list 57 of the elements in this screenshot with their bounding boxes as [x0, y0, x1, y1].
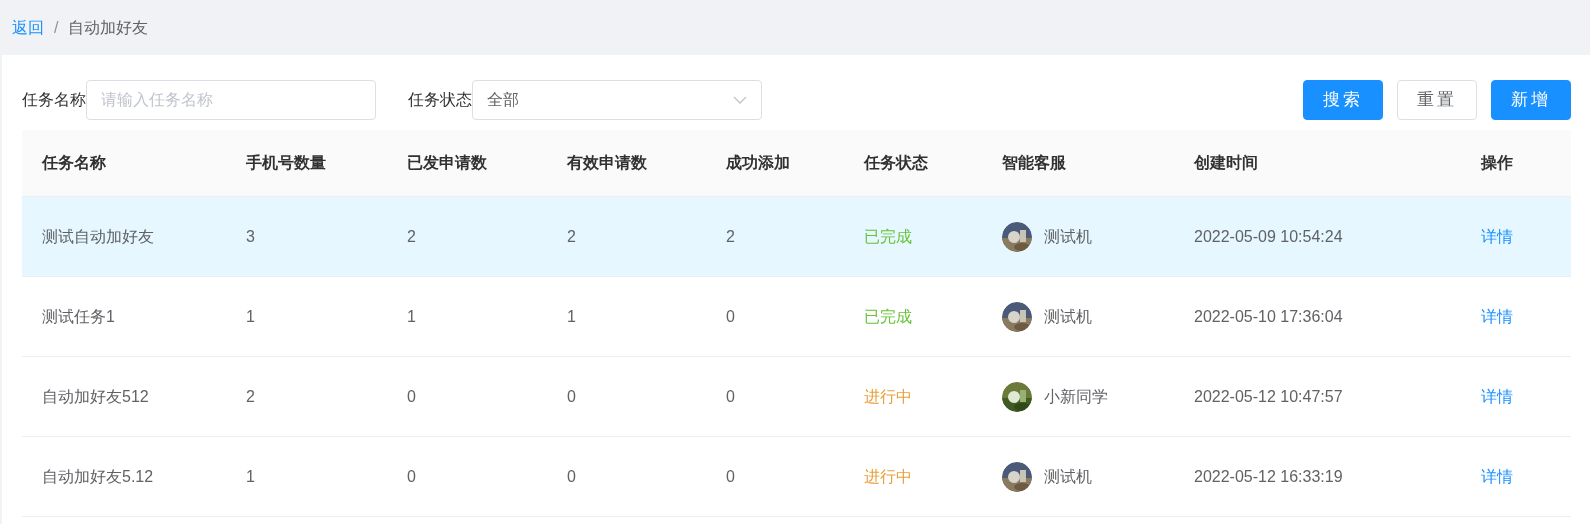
column-header: 创建时间 [1193, 153, 1259, 173]
task-status-select[interactable]: 全部 [472, 80, 762, 120]
table-cell-text: 0 [566, 386, 577, 407]
status-text: 已完成 [863, 306, 913, 327]
column-header: 智能客服 [1001, 153, 1067, 173]
action-button[interactable]: 重置 [1397, 80, 1477, 120]
task-name-input[interactable]: 请输入任务名称 [86, 80, 376, 120]
table-cell-text: 测试自动加好友 [41, 226, 155, 247]
column-header: 操作 [1479, 153, 1514, 173]
details-link[interactable]: 详情 [1481, 227, 1513, 245]
breadcrumb-separator: / [54, 17, 59, 38]
column-header: 任务名称 [40, 153, 107, 173]
table-cell-text: 2 [725, 226, 736, 247]
table-cell-text: 0 [566, 466, 577, 487]
back-link[interactable]: 返回 [12, 15, 44, 40]
table-cell-text: 2022-05-09 10:54:24 [1193, 226, 1344, 247]
table-cell-text: 1 [245, 306, 256, 327]
table-cell-text: 0 [406, 386, 417, 407]
status-text: 进行中 [863, 386, 913, 407]
breadcrumb-current: 自动加好友 [68, 17, 149, 38]
column-header: 有效申请数 [566, 153, 648, 173]
details-link[interactable]: 详情 [1481, 387, 1513, 405]
agent-name: 小新同学 [1044, 386, 1108, 407]
column-header: 手机号数量 [245, 153, 327, 173]
table-cell-text: 2022-05-12 16:33:19 [1193, 466, 1344, 487]
table-cell-text: 2022-05-12 10:47:57 [1193, 386, 1344, 407]
agent-name: 测试机 [1044, 226, 1092, 247]
action-button[interactable]: 搜索 [1303, 80, 1383, 120]
filter-label: 任务状态 [408, 90, 472, 110]
table-cell-text: 测试任务1 [41, 306, 116, 327]
table-cell-text: 2 [245, 386, 256, 407]
column-header: 已发申请数 [406, 153, 488, 173]
status-text: 已完成 [863, 226, 913, 247]
table-cell-text: 1 [406, 306, 417, 327]
action-button[interactable]: 新增 [1491, 80, 1571, 120]
agent-name: 测试机 [1044, 306, 1092, 327]
column-header: 任务状态 [862, 153, 929, 173]
column-header: 成功添加 [725, 153, 791, 173]
table-cell-text: 2 [566, 226, 577, 247]
table-cell-text: 2022-05-10 17:36:04 [1193, 306, 1344, 327]
table-cell-text: 1 [566, 306, 577, 327]
chevron-down-icon [733, 96, 747, 104]
table-cell-text: 1 [245, 466, 256, 487]
details-link[interactable]: 详情 [1481, 467, 1513, 485]
table-cell-text: 自动加好友5.12 [41, 466, 155, 487]
filter-label: 任务名称 [22, 90, 86, 110]
details-link[interactable]: 详情 [1481, 307, 1513, 325]
table-cell-text: 0 [725, 466, 736, 487]
table-row[interactable]: 测试自动加好友 3 2 2 2 已完成 测试机 2022-05-09 10:54:24 详情 [22, 197, 1571, 277]
table-cell-text: 自动加好友512 [41, 386, 150, 407]
table-cell-text: 3 [245, 226, 256, 247]
table-cell-text: 0 [725, 306, 736, 327]
table-cell-text: 2 [406, 226, 417, 247]
table-cell-text: 0 [725, 386, 736, 407]
agent-name: 测试机 [1044, 466, 1092, 487]
status-text: 进行中 [863, 466, 913, 487]
table-cell-text: 0 [406, 466, 417, 487]
